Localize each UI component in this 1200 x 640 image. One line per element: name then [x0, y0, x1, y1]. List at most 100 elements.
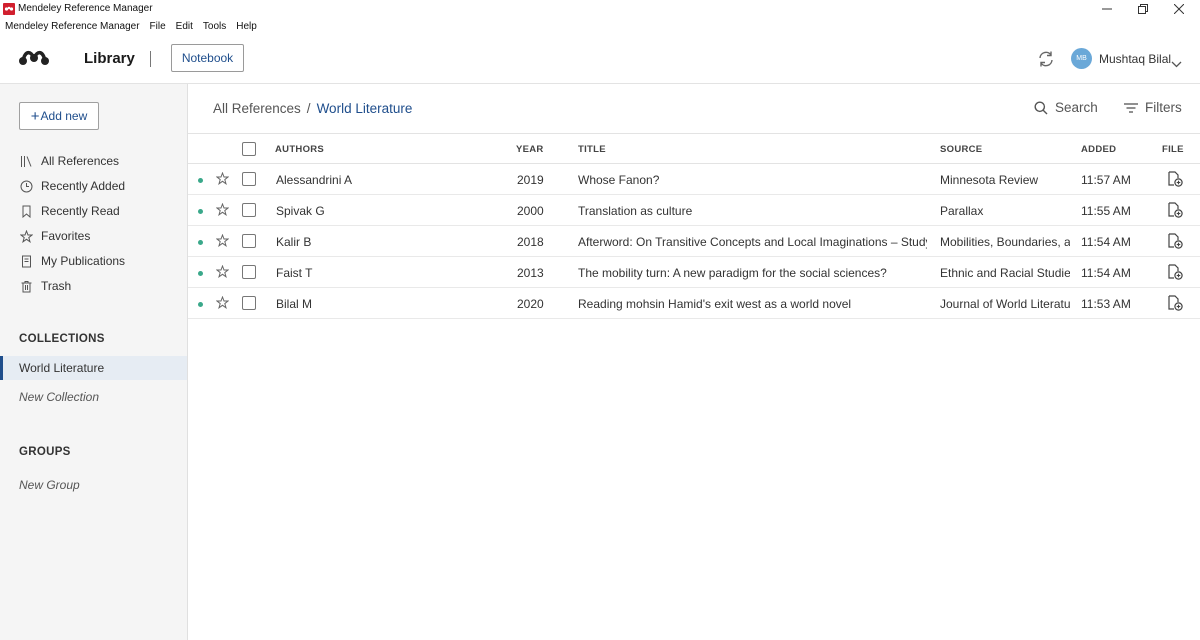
- clock-icon: [19, 179, 33, 193]
- user-name[interactable]: Mushtaq Bilal: [1099, 52, 1171, 66]
- column-year[interactable]: YEAR: [516, 144, 544, 155]
- cell-authors: Faist T: [276, 266, 313, 280]
- star-icon[interactable]: [215, 295, 230, 312]
- sidebar-item-recently-read[interactable]: Recently Read: [19, 201, 179, 221]
- document-icon: [19, 254, 33, 268]
- sidebar-item-trash[interactable]: Trash: [19, 276, 179, 296]
- row-checkbox[interactable]: [242, 172, 256, 186]
- window-title: Mendeley Reference Manager: [18, 3, 153, 14]
- breadcrumb: All References / World Literature: [213, 101, 412, 116]
- library-title[interactable]: Library: [84, 50, 135, 67]
- cell-year: 2019: [517, 173, 544, 187]
- cell-year: 2020: [517, 297, 544, 311]
- cell-added: 11:53 AM: [1081, 297, 1131, 311]
- menu-tools[interactable]: Tools: [203, 21, 226, 32]
- row-checkbox[interactable]: [242, 296, 256, 310]
- add-file-icon[interactable]: [1167, 264, 1183, 283]
- unread-indicator: [198, 271, 203, 276]
- cell-source: Ethnic and Racial Studies: [940, 266, 1070, 280]
- title-bar: Mendeley Reference Manager: [0, 0, 1200, 18]
- star-icon[interactable]: [215, 264, 230, 281]
- select-all-checkbox[interactable]: [242, 142, 256, 156]
- menu-app[interactable]: Mendeley Reference Manager: [5, 21, 140, 32]
- add-file-icon[interactable]: [1167, 202, 1183, 221]
- minimize-button[interactable]: [1088, 0, 1126, 18]
- cell-title: Translation as culture: [578, 204, 693, 218]
- sidebar-item-my-publications[interactable]: My Publications: [19, 251, 179, 271]
- column-authors[interactable]: AUTHORS: [275, 144, 324, 155]
- groups-heading: GROUPS: [19, 446, 71, 458]
- sidebar-item-favorites[interactable]: Favorites: [19, 226, 179, 246]
- sidebar-item-all-references[interactable]: All References: [19, 151, 179, 171]
- star-icon[interactable]: [215, 233, 230, 250]
- row-checkbox[interactable]: [242, 265, 256, 279]
- app-header: Library Notebook MB Mushtaq Bilal: [0, 34, 1200, 84]
- close-window-button[interactable]: [1160, 0, 1198, 18]
- add-file-icon[interactable]: [1167, 171, 1183, 190]
- table-row[interactable]: Kalir B 2018 Afterword: On Transitive Co…: [188, 226, 1200, 257]
- library-icon: [19, 154, 33, 168]
- cell-added: 11:55 AM: [1081, 204, 1131, 218]
- breadcrumb-current: World Literature: [316, 101, 413, 116]
- cell-added: 11:57 AM: [1081, 173, 1131, 187]
- breadcrumb-separator: /: [306, 101, 311, 116]
- row-checkbox[interactable]: [242, 203, 256, 217]
- table-row[interactable]: Spivak G 2000 Translation as culture Par…: [188, 195, 1200, 226]
- bookmark-icon: [19, 204, 33, 218]
- menu-edit[interactable]: Edit: [176, 21, 193, 32]
- app-logo-icon: [3, 3, 15, 15]
- cell-title: Afterword: On Transitive Concepts and Lo…: [578, 235, 927, 249]
- avatar[interactable]: MB: [1071, 48, 1092, 69]
- sidebar-item-label: Recently Read: [41, 204, 120, 218]
- table-row[interactable]: Bilal M 2020 Reading mohsin Hamid's exit…: [188, 288, 1200, 319]
- breadcrumb-root[interactable]: All References: [213, 101, 301, 116]
- filters-label: Filters: [1145, 100, 1182, 115]
- cell-source: Minnesota Review: [940, 173, 1039, 187]
- star-icon[interactable]: [215, 171, 230, 188]
- cell-title: Reading mohsin Hamid's exit west as a wo…: [578, 297, 852, 311]
- cell-year: 2018: [517, 235, 544, 249]
- cell-source: Mobilities, Boundaries, and: [940, 235, 1070, 249]
- cell-added: 11:54 AM: [1081, 266, 1131, 280]
- cell-source: Journal of World Literature: [940, 297, 1070, 311]
- collection-label: World Literature: [19, 361, 105, 375]
- add-new-button[interactable]: + Add new: [19, 102, 99, 130]
- main-panel: All References / World Literature Search…: [188, 84, 1200, 640]
- star-icon[interactable]: [215, 202, 230, 219]
- cell-title: The mobility turn: A new paradigm for th…: [578, 266, 887, 280]
- row-checkbox[interactable]: [242, 234, 256, 248]
- menu-file[interactable]: File: [150, 21, 166, 32]
- cell-added: 11:54 AM: [1081, 235, 1131, 249]
- add-file-icon[interactable]: [1167, 233, 1183, 252]
- unread-indicator: [198, 178, 203, 183]
- filters-button[interactable]: Filters: [1124, 100, 1182, 115]
- new-group-link[interactable]: New Group: [19, 478, 80, 492]
- column-added[interactable]: ADDED: [1081, 144, 1116, 155]
- cell-year: 2000: [517, 204, 544, 218]
- cell-source: Parallax: [940, 204, 984, 218]
- new-collection-link[interactable]: New Collection: [19, 390, 99, 404]
- mendeley-logo-icon[interactable]: [18, 48, 50, 73]
- unread-indicator: [198, 240, 203, 245]
- notebook-button[interactable]: Notebook: [171, 44, 244, 72]
- table-row[interactable]: Faist T 2013 The mobility turn: A new pa…: [188, 257, 1200, 288]
- column-title[interactable]: TITLE: [578, 144, 606, 155]
- add-new-label: Add new: [40, 109, 88, 123]
- cell-title: Whose Fanon?: [578, 173, 660, 187]
- search-button[interactable]: Search: [1034, 100, 1098, 115]
- sidebar-item-label: Favorites: [41, 229, 91, 243]
- restore-button[interactable]: [1124, 0, 1162, 18]
- menu-help[interactable]: Help: [236, 21, 257, 32]
- sidebar-item-recently-added[interactable]: Recently Added: [19, 176, 179, 196]
- column-source[interactable]: SOURCE: [940, 144, 982, 155]
- star-icon: [19, 229, 33, 243]
- add-file-icon[interactable]: [1167, 295, 1183, 314]
- table-row[interactable]: Alessandrini A 2019 Whose Fanon? Minneso…: [188, 164, 1200, 195]
- chevron-down-icon[interactable]: [1171, 55, 1182, 73]
- table-header: AUTHORS YEAR TITLE SOURCE ADDED FILE: [188, 134, 1200, 164]
- column-file[interactable]: FILE: [1162, 144, 1184, 155]
- cell-authors: Spivak G: [276, 204, 325, 218]
- collection-item-world-literature[interactable]: World Literature: [0, 356, 187, 380]
- sync-icon[interactable]: [1037, 50, 1055, 73]
- sidebar: + Add new All References Recently Added …: [0, 84, 188, 640]
